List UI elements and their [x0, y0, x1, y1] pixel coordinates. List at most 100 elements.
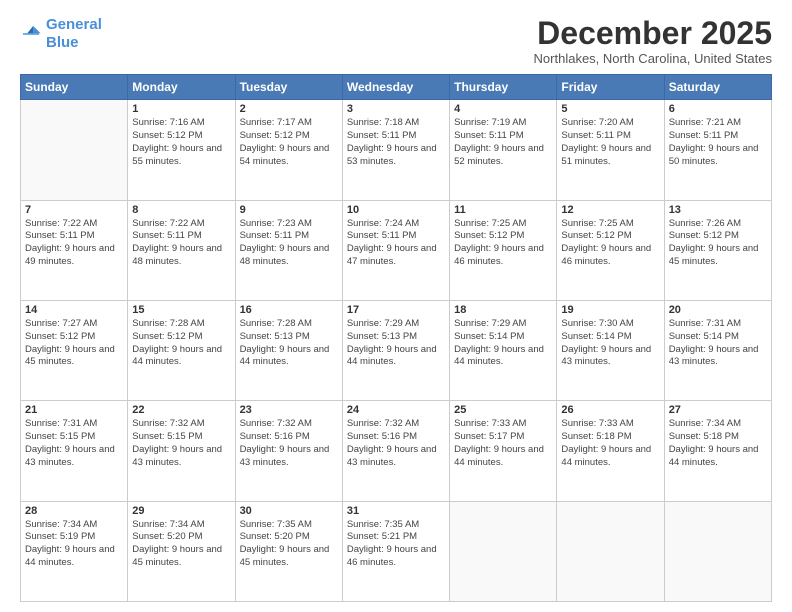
calendar-cell: 18 Sunrise: 7:29 AM Sunset: 5:14 PM Dayli… — [450, 300, 557, 400]
cell-info: Sunrise: 7:25 AM Sunset: 5:12 PM Dayligh… — [561, 218, 651, 267]
day-number: 10 — [347, 204, 445, 216]
cell-info: Sunrise: 7:32 AM Sunset: 5:16 PM Dayligh… — [240, 418, 330, 467]
day-number: 27 — [669, 404, 767, 416]
calendar-cell — [450, 501, 557, 601]
day-number: 5 — [561, 103, 659, 115]
cell-info: Sunrise: 7:23 AM Sunset: 5:11 PM Dayligh… — [240, 218, 330, 267]
title-block: December 2025 Northlakes, North Carolina… — [534, 16, 772, 66]
col-header-thursday: Thursday — [450, 75, 557, 100]
cell-info: Sunrise: 7:31 AM Sunset: 5:15 PM Dayligh… — [25, 418, 115, 467]
day-number: 1 — [132, 103, 230, 115]
calendar-cell: 1 Sunrise: 7:16 AM Sunset: 5:12 PM Daylig… — [128, 100, 235, 200]
calendar-cell: 9 Sunrise: 7:23 AM Sunset: 5:11 PM Daylig… — [235, 200, 342, 300]
calendar-cell: 12 Sunrise: 7:25 AM Sunset: 5:12 PM Dayli… — [557, 200, 664, 300]
col-header-tuesday: Tuesday — [235, 75, 342, 100]
day-number: 3 — [347, 103, 445, 115]
cell-info: Sunrise: 7:34 AM Sunset: 5:20 PM Dayligh… — [132, 519, 222, 568]
cell-info: Sunrise: 7:33 AM Sunset: 5:18 PM Dayligh… — [561, 418, 651, 467]
calendar-cell: 14 Sunrise: 7:27 AM Sunset: 5:12 PM Dayli… — [21, 300, 128, 400]
calendar-cell: 16Sunrise: 7:28 AM Sunset: 5:13 PM Dayli… — [235, 300, 342, 400]
calendar-cell: 29 Sunrise: 7:34 AM Sunset: 5:20 PM Dayli… — [128, 501, 235, 601]
cell-info: Sunrise: 7:19 AM Sunset: 5:11 PM Dayligh… — [454, 117, 544, 166]
day-number: 30 — [240, 505, 338, 517]
calendar-cell: 8 Sunrise: 7:22 AM Sunset: 5:11 PM Daylig… — [128, 200, 235, 300]
calendar-cell: 19 Sunrise: 7:30 AM Sunset: 5:14 PM Dayli… — [557, 300, 664, 400]
day-number: 18 — [454, 304, 552, 316]
day-number: 11 — [454, 204, 552, 216]
logo-blue: Blue — [46, 34, 102, 52]
day-number: 22 — [132, 404, 230, 416]
day-number: 23 — [240, 404, 338, 416]
col-header-wednesday: Wednesday — [342, 75, 449, 100]
cell-info: Sunrise: 7:35 AM Sunset: 5:20 PM Dayligh… — [240, 519, 330, 568]
calendar-cell: 28 Sunrise: 7:34 AM Sunset: 5:19 PM Dayli… — [21, 501, 128, 601]
cell-info: Sunrise: 7:32 AM Sunset: 5:15 PM Dayligh… — [132, 418, 222, 467]
cell-info: Sunrise: 7:17 AM Sunset: 5:12 PM Dayligh… — [240, 117, 330, 166]
col-header-saturday: Saturday — [664, 75, 771, 100]
day-number: 14 — [25, 304, 123, 316]
cell-info: Sunrise: 7:33 AM Sunset: 5:17 PM Dayligh… — [454, 418, 544, 467]
calendar-cell: 11 Sunrise: 7:25 AM Sunset: 5:12 PM Dayli… — [450, 200, 557, 300]
day-number: 21 — [25, 404, 123, 416]
col-header-friday: Friday — [557, 75, 664, 100]
cell-info: Sunrise: 7:28 AM Sunset: 5:13 PM Dayligh… — [240, 318, 330, 367]
cell-info: Sunrise: 7:35 AM Sunset: 5:21 PM Dayligh… — [347, 519, 437, 568]
cell-info: Sunrise: 7:31 AM Sunset: 5:14 PM Dayligh… — [669, 318, 759, 367]
cell-info: Sunrise: 7:16 AM Sunset: 5:12 PM Dayligh… — [132, 117, 222, 166]
cell-info: Sunrise: 7:26 AM Sunset: 5:12 PM Dayligh… — [669, 218, 759, 267]
calendar-table: SundayMondayTuesdayWednesdayThursdayFrid… — [20, 74, 772, 602]
cell-info: Sunrise: 7:27 AM Sunset: 5:12 PM Dayligh… — [25, 318, 115, 367]
col-header-sunday: Sunday — [21, 75, 128, 100]
day-number: 25 — [454, 404, 552, 416]
day-number: 2 — [240, 103, 338, 115]
day-number: 17 — [347, 304, 445, 316]
calendar-cell: 5 Sunrise: 7:20 AM Sunset: 5:11 PM Daylig… — [557, 100, 664, 200]
header: General Blue December 2025 Northlakes, N… — [20, 16, 772, 66]
calendar-cell: 15 Sunrise: 7:28 AM Sunset: 5:12 PM Dayli… — [128, 300, 235, 400]
calendar-cell: 13 Sunrise: 7:26 AM Sunset: 5:12 PM Dayli… — [664, 200, 771, 300]
calendar-cell: 4 Sunrise: 7:19 AM Sunset: 5:11 PM Daylig… — [450, 100, 557, 200]
logo-text: General Blue — [46, 16, 102, 52]
day-number: 15 — [132, 304, 230, 316]
cell-info: Sunrise: 7:21 AM Sunset: 5:11 PM Dayligh… — [669, 117, 759, 166]
calendar-cell: 7Sunrise: 7:22 AM Sunset: 5:11 PM Daylig… — [21, 200, 128, 300]
day-number: 31 — [347, 505, 445, 517]
calendar-cell: 31 Sunrise: 7:35 AM Sunset: 5:21 PM Dayli… — [342, 501, 449, 601]
logo-icon — [20, 23, 42, 45]
cell-info: Sunrise: 7:24 AM Sunset: 5:11 PM Dayligh… — [347, 218, 437, 267]
day-number: 9 — [240, 204, 338, 216]
calendar-cell: 22 Sunrise: 7:32 AM Sunset: 5:15 PM Dayli… — [128, 401, 235, 501]
calendar-cell: 6Sunrise: 7:21 AM Sunset: 5:11 PM Daylig… — [664, 100, 771, 200]
day-number: 8 — [132, 204, 230, 216]
cell-info: Sunrise: 7:18 AM Sunset: 5:11 PM Dayligh… — [347, 117, 437, 166]
cell-info: Sunrise: 7:25 AM Sunset: 5:12 PM Dayligh… — [454, 218, 544, 267]
month-title: December 2025 — [534, 16, 772, 51]
calendar-cell: 3 Sunrise: 7:18 AM Sunset: 5:11 PM Daylig… — [342, 100, 449, 200]
calendar-cell: 2 Sunrise: 7:17 AM Sunset: 5:12 PM Daylig… — [235, 100, 342, 200]
calendar-cell — [21, 100, 128, 200]
day-number: 4 — [454, 103, 552, 115]
calendar-week-row: 14 Sunrise: 7:27 AM Sunset: 5:12 PM Dayli… — [21, 300, 772, 400]
day-number: 19 — [561, 304, 659, 316]
cell-info: Sunrise: 7:22 AM Sunset: 5:11 PM Dayligh… — [132, 218, 222, 267]
day-number: 29 — [132, 505, 230, 517]
cell-info: Sunrise: 7:30 AM Sunset: 5:14 PM Dayligh… — [561, 318, 651, 367]
col-header-monday: Monday — [128, 75, 235, 100]
day-number: 28 — [25, 505, 123, 517]
calendar-cell: 17Sunrise: 7:29 AM Sunset: 5:13 PM Dayli… — [342, 300, 449, 400]
cell-info: Sunrise: 7:32 AM Sunset: 5:16 PM Dayligh… — [347, 418, 437, 467]
calendar-cell — [664, 501, 771, 601]
cell-info: Sunrise: 7:28 AM Sunset: 5:12 PM Dayligh… — [132, 318, 222, 367]
calendar-cell: 21 Sunrise: 7:31 AM Sunset: 5:15 PM Dayli… — [21, 401, 128, 501]
day-number: 26 — [561, 404, 659, 416]
day-number: 24 — [347, 404, 445, 416]
day-number: 12 — [561, 204, 659, 216]
day-number: 13 — [669, 204, 767, 216]
calendar-cell — [557, 501, 664, 601]
calendar-cell: 25 Sunrise: 7:33 AM Sunset: 5:17 PM Dayli… — [450, 401, 557, 501]
cell-info: Sunrise: 7:20 AM Sunset: 5:11 PM Dayligh… — [561, 117, 651, 166]
calendar-cell: 20Sunrise: 7:31 AM Sunset: 5:14 PM Dayli… — [664, 300, 771, 400]
cell-info: Sunrise: 7:29 AM Sunset: 5:14 PM Dayligh… — [454, 318, 544, 367]
logo: General Blue — [20, 16, 102, 52]
cell-info: Sunrise: 7:34 AM Sunset: 5:19 PM Dayligh… — [25, 519, 115, 568]
